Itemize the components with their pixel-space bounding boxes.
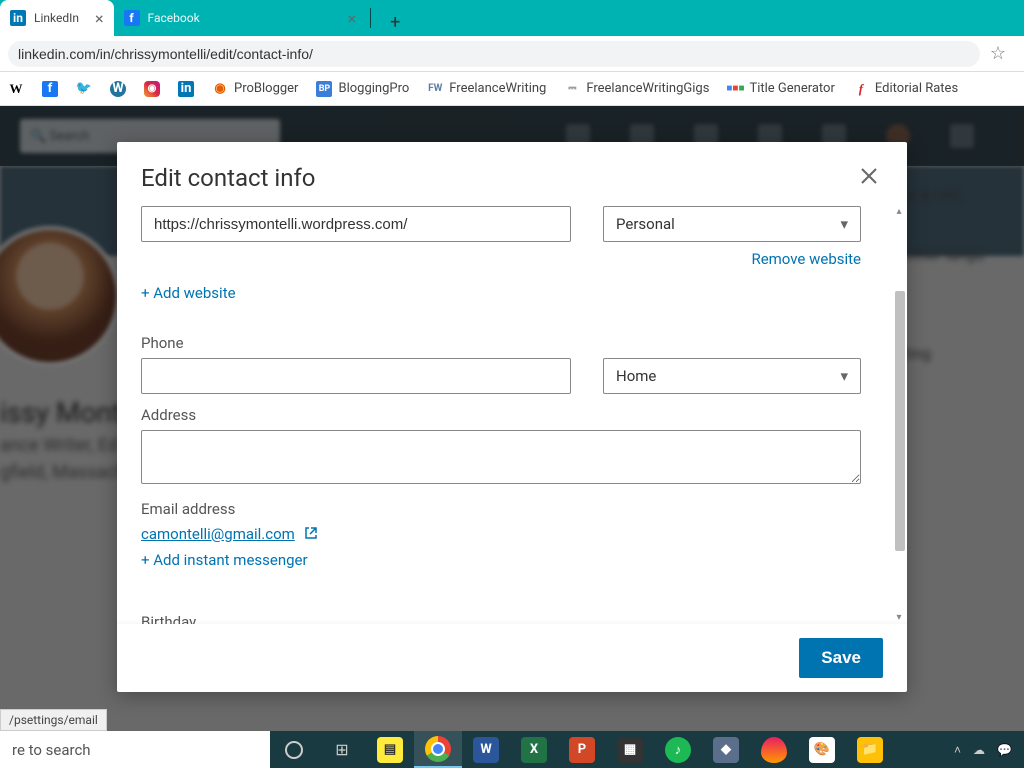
cortana-icon[interactable] xyxy=(270,731,318,768)
address-bar: ☆ xyxy=(0,36,1024,72)
bookmark-facebook[interactable]: f xyxy=(42,81,58,97)
email-label: Email address xyxy=(141,500,883,518)
close-icon[interactable]: × xyxy=(95,9,104,28)
chrome-icon[interactable] xyxy=(414,731,462,768)
task-view-icon[interactable]: ⊞ xyxy=(318,731,366,768)
tab-divider xyxy=(370,8,371,28)
close-icon[interactable] xyxy=(855,160,883,196)
calculator-icon[interactable]: ▦ xyxy=(606,731,654,768)
bookmark-editorialrates[interactable]: fEditorial Rates xyxy=(853,81,958,97)
tab-title: Facebook xyxy=(148,11,200,25)
add-website-link[interactable]: + Add website xyxy=(141,284,236,302)
spotify-icon[interactable]: ♪ xyxy=(654,731,702,768)
balloon-icon[interactable] xyxy=(750,731,798,768)
modal-body: Personal ▾ Remove website + Add website … xyxy=(117,206,907,624)
address-label: Address xyxy=(141,406,883,424)
bookmarks-bar: W f 🐦 W ◉ in ◉ProBlogger BPBloggingPro F… xyxy=(0,72,1024,106)
website-type-select[interactable]: Personal ▾ xyxy=(603,206,861,242)
bookmark-titlegenerator[interactable]: ■■■Title Generator xyxy=(727,81,834,97)
save-button[interactable]: Save xyxy=(799,638,883,678)
scroll-thumb[interactable] xyxy=(895,291,905,551)
bookmark-freelancewriting[interactable]: FWFreelanceWriting xyxy=(427,81,546,97)
status-tooltip: /psettings/email xyxy=(0,709,107,731)
url-input[interactable] xyxy=(8,41,980,67)
tab-facebook[interactable]: f Facebook × xyxy=(114,0,367,36)
bookmark-bloggingpro[interactable]: BPBloggingPro xyxy=(316,81,409,97)
modal-footer: Save xyxy=(117,624,907,692)
bookmark-star-icon[interactable]: ☆ xyxy=(990,43,1006,64)
browser-tabs-bar: in LinkedIn × f Facebook × + xyxy=(0,0,1024,36)
taskbar: re to search ⊞ ▤ W X P ▦ ♪ ◆ 🎨 📁 ˄ ☁ 💬 xyxy=(0,731,1024,768)
system-tray[interactable]: ˄ ☁ 💬 xyxy=(954,743,1024,757)
scrollbar[interactable]: ▴ ▾ xyxy=(893,206,905,624)
paint-icon[interactable]: 🎨 xyxy=(798,731,846,768)
file-explorer-icon[interactable]: 📁 xyxy=(846,731,894,768)
bookmark-instagram[interactable]: ◉ xyxy=(144,81,160,97)
bookmark-problogger[interactable]: ◉ProBlogger xyxy=(212,81,298,97)
word-icon[interactable]: W xyxy=(462,731,510,768)
modal-header: Edit contact info xyxy=(117,142,907,206)
website-url-input[interactable] xyxy=(141,206,571,242)
email-link[interactable]: camontelli@gmail.com xyxy=(141,525,295,543)
cloud-icon[interactable]: ☁ xyxy=(973,743,985,757)
new-tab-button[interactable]: + xyxy=(381,8,409,36)
address-input[interactable] xyxy=(141,430,861,484)
app-icon[interactable]: ◆ xyxy=(702,731,750,768)
excel-icon[interactable]: X xyxy=(510,731,558,768)
external-link-icon xyxy=(305,528,317,543)
modal-overlay: Edit contact info Personal ▾ Remove webs… xyxy=(0,106,1024,731)
close-icon[interactable]: × xyxy=(348,9,357,28)
tab-title: LinkedIn xyxy=(34,11,79,25)
birthday-label: Birthday xyxy=(141,613,883,624)
phone-type-select[interactable]: Home ▾ xyxy=(603,358,861,394)
edit-contact-modal: Edit contact info Personal ▾ Remove webs… xyxy=(117,142,907,692)
phone-input[interactable] xyxy=(141,358,571,394)
bookmark-wikipedia[interactable]: W xyxy=(8,81,24,97)
bookmark-linkedin[interactable]: in xyxy=(178,81,194,97)
linkedin-favicon: in xyxy=(10,10,26,26)
action-center-icon[interactable]: 💬 xyxy=(997,743,1012,757)
facebook-favicon: f xyxy=(124,10,140,26)
modal-title: Edit contact info xyxy=(141,164,316,192)
tab-linkedin[interactable]: in LinkedIn × xyxy=(0,0,114,36)
phone-label: Phone xyxy=(141,334,883,352)
bookmark-wordpress[interactable]: W xyxy=(110,81,126,97)
bookmark-freelancewritinggigs[interactable]: ⎓FreelanceWritingGigs xyxy=(564,81,709,97)
remove-website-link[interactable]: Remove website xyxy=(141,250,861,268)
chevron-down-icon: ▾ xyxy=(840,367,848,385)
sticky-notes-icon[interactable]: ▤ xyxy=(366,731,414,768)
add-im-link[interactable]: + Add instant messenger xyxy=(141,551,308,569)
taskbar-search[interactable]: re to search xyxy=(0,731,270,768)
chevron-down-icon: ▾ xyxy=(840,215,848,233)
tray-chevron-icon[interactable]: ˄ xyxy=(954,743,961,757)
powerpoint-icon[interactable]: P xyxy=(558,731,606,768)
bookmark-twitter[interactable]: 🐦 xyxy=(76,81,92,97)
